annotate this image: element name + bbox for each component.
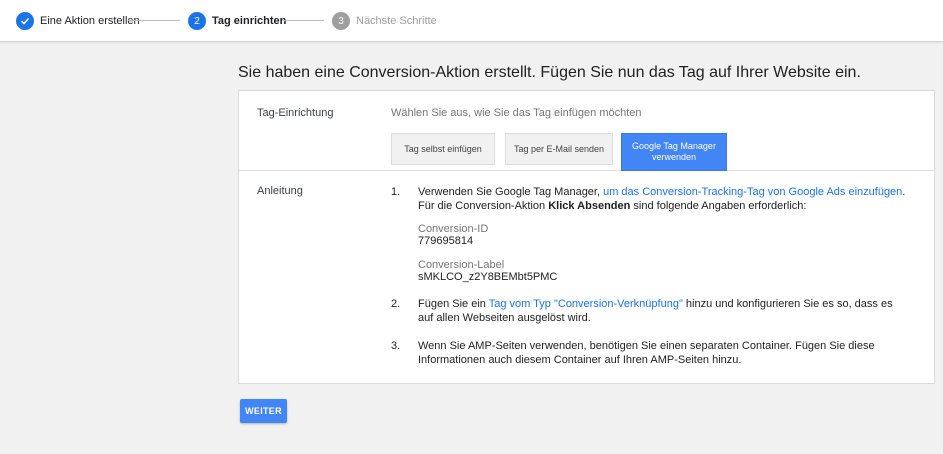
item-text-part: sind folgende Angaben erforderlich: xyxy=(630,200,807,212)
item-number: 3. xyxy=(391,340,401,352)
tag-setup-label: Tag-Einrichtung xyxy=(257,107,334,119)
tag-setup-hint: Wählen Sie aus, wie Sie das Tag einfügen… xyxy=(391,107,642,119)
conversion-action-name: Klick Absenden xyxy=(548,200,631,212)
check-icon xyxy=(16,12,34,30)
instructions-row: Anleitung 1. Verwenden Sie Google Tag Ma… xyxy=(239,171,934,385)
step-next-steps[interactable]: 3 Nächste Schritte xyxy=(332,11,437,31)
item-text: Wenn Sie AMP-Seiten verwenden, benötigen… xyxy=(418,340,875,366)
conversion-linker-link[interactable]: Tag vom Typ "Conversion-Verknüpfung" xyxy=(489,298,683,310)
conversion-label-value: sMKLCO_z2Y8BEMbt5PMC xyxy=(418,271,558,283)
step-number: 2 xyxy=(188,12,206,30)
conversion-id-block: Conversion-ID 779695814 xyxy=(418,223,488,247)
item-text: Fügen Sie ein Tag vom Typ "Conversion-Ve… xyxy=(418,297,908,325)
instructions-label: Anleitung xyxy=(257,185,303,197)
continue-button[interactable]: WEITER xyxy=(240,399,287,423)
item-text-part: Verwenden Sie Google Tag Manager, xyxy=(418,186,604,198)
tab-email-tag[interactable]: Tag per E-Mail senden xyxy=(505,133,613,165)
conversion-id-label: Conversion-ID xyxy=(418,223,489,235)
item-text: Verwenden Sie Google Tag Manager, um das… xyxy=(418,185,908,213)
tag-setup-row: Tag-Einrichtung Wählen Sie aus, wie Sie … xyxy=(239,91,934,171)
item-number: 2. xyxy=(391,298,401,310)
page-headline: Sie haben eine Conversion-Aktion erstell… xyxy=(238,64,861,81)
tab-install-yourself[interactable]: Tag selbst einfügen xyxy=(391,133,495,165)
step-label: Nächste Schritte xyxy=(356,15,437,27)
conversion-label-label: Conversion-Label xyxy=(418,259,505,271)
tag-setup-card: Tag-Einrichtung Wählen Sie aus, wie Sie … xyxy=(238,90,935,384)
step-set-up-tag[interactable]: 2 Tag einrichten xyxy=(188,11,286,31)
step-connector xyxy=(282,20,324,21)
conversion-label-block: Conversion-Label sMKLCO_z2Y8BEMbt5PMC xyxy=(418,259,557,283)
step-label: Tag einrichten xyxy=(212,15,287,27)
gtm-install-link[interactable]: um das Conversion-Tracking-Tag von Googl… xyxy=(603,186,902,198)
tab-google-tag-manager[interactable]: Google Tag Manager verwenden xyxy=(621,133,727,171)
step-number: 3 xyxy=(332,12,350,30)
stepper-header: Eine Aktion erstellen 2 Tag einrichten 3… xyxy=(0,0,943,42)
step-label: Eine Aktion erstellen xyxy=(40,15,140,27)
conversion-id-value: 779695814 xyxy=(418,235,474,247)
step-create-action[interactable]: Eine Aktion erstellen xyxy=(16,11,140,31)
item-text-part: Fügen Sie ein xyxy=(418,298,489,310)
item-number: 1. xyxy=(391,186,401,198)
step-connector xyxy=(128,20,180,21)
